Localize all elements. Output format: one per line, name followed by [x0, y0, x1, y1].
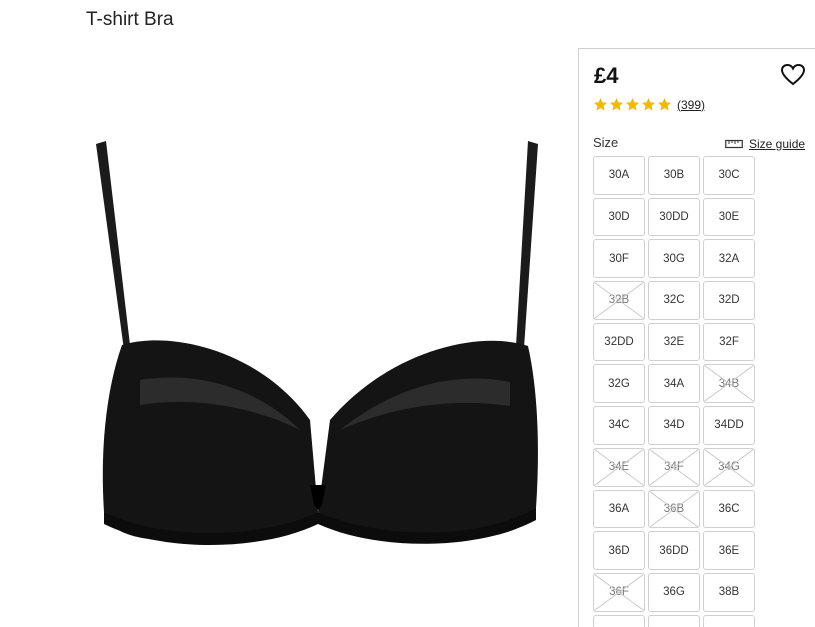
unavailable-cross-icon — [594, 573, 644, 611]
size-option-out-of-stock[interactable]: 34E — [593, 447, 645, 487]
unavailable-cross-icon — [649, 490, 699, 528]
size-option[interactable]: 34C — [593, 406, 645, 445]
size-option[interactable]: 32E — [648, 322, 700, 362]
size-option-label: 32G — [608, 377, 630, 390]
size-option[interactable]: 30D — [593, 197, 645, 237]
size-option-label: 38B — [718, 586, 740, 599]
size-option-out-of-stock[interactable]: 32B — [593, 281, 645, 320]
size-option[interactable]: 36DD — [648, 531, 700, 570]
reviews-count-link[interactable]: (399) — [677, 98, 705, 112]
size-option[interactable]: 36G — [648, 572, 700, 612]
unavailable-cross-icon — [704, 365, 754, 403]
product-price: £4 — [594, 63, 619, 88]
size-option-label: 36G — [663, 586, 685, 599]
size-option[interactable]: 34D — [648, 406, 700, 445]
wishlist-heart-icon[interactable] — [780, 63, 806, 87]
size-option-label: 30G — [663, 252, 685, 265]
size-option-label: 36C — [718, 502, 740, 515]
size-option[interactable]: 32DD — [593, 322, 645, 362]
size-option-label: 30B — [663, 169, 685, 182]
unavailable-cross-icon — [594, 282, 644, 319]
size-option[interactable]: 36C — [703, 489, 755, 529]
size-option-label: 36A — [608, 502, 630, 515]
size-option[interactable]: 36E — [703, 531, 755, 570]
size-option-label: 32C — [663, 294, 685, 307]
size-option[interactable]: 32A — [703, 239, 755, 279]
size-option-label: 34C — [608, 419, 630, 432]
size-option-label: 32F — [719, 336, 739, 349]
size-option[interactable]: 36D — [593, 531, 645, 570]
ruler-icon — [725, 139, 743, 149]
unavailable-cross-icon — [649, 448, 699, 486]
product-purchase-panel: £4 (399) Size Size guide 30A 30B 30C 30D 30D… — [578, 48, 815, 627]
size-guide-link[interactable]: Size guide — [725, 137, 805, 151]
star-icon — [593, 97, 608, 111]
size-option-out-of-stock[interactable]: 34F — [648, 447, 700, 487]
size-option[interactable]: 34DD — [703, 406, 755, 445]
size-option-label: 34A — [663, 377, 685, 390]
size-option[interactable]: 32G — [593, 364, 645, 404]
unavailable-cross-icon — [594, 448, 644, 486]
size-guide-label: Size guide — [749, 137, 806, 151]
size-option[interactable]: 30F — [593, 239, 645, 279]
size-option-label: 34DD — [714, 419, 744, 432]
size-option-label: 32DD — [604, 336, 634, 349]
size-option[interactable] — [593, 614, 645, 627]
size-option[interactable]: 30C — [703, 156, 755, 195]
size-option-out-of-stock[interactable]: 36F — [593, 572, 645, 612]
size-option-label: 32A — [718, 252, 740, 265]
size-option-label: 34D — [663, 419, 685, 432]
size-label: Size — [593, 135, 619, 150]
size-option-label: 30DD — [659, 211, 689, 224]
size-selector-grid: 30A 30B 30C 30D 30DD 30E 30F 30G 32A 32B 32C 32D 32D… — [593, 156, 755, 627]
size-option-out-of-stock[interactable]: 34G — [703, 447, 755, 487]
size-option[interactable]: 30B — [648, 156, 700, 195]
size-option[interactable] — [648, 614, 700, 627]
unavailable-cross-icon — [704, 448, 754, 486]
size-option[interactable]: 30G — [648, 239, 700, 279]
size-option[interactable] — [703, 614, 755, 627]
size-option-label: 30D — [608, 211, 630, 224]
size-option-label: 30F — [609, 252, 629, 265]
star-icon — [625, 97, 640, 111]
size-option[interactable]: 30A — [593, 156, 645, 195]
size-option[interactable]: 32D — [703, 281, 755, 320]
star-icon — [657, 97, 672, 111]
page-title: T-shirt Bra — [86, 9, 174, 30]
size-option-label: 36E — [718, 544, 740, 557]
size-option-out-of-stock[interactable]: 34B — [703, 364, 755, 404]
size-option-label: 30A — [608, 169, 630, 182]
size-option[interactable]: 34A — [648, 364, 700, 404]
size-option-label: 36D — [608, 544, 630, 557]
star-icon — [641, 97, 656, 111]
bra-product-image — [60, 120, 560, 590]
size-option-out-of-stock[interactable]: 36B — [648, 489, 700, 529]
size-option-label: 32E — [663, 336, 685, 349]
size-option-label: 36DD — [659, 544, 689, 557]
size-option-label: 30E — [718, 211, 740, 224]
size-option[interactable]: 32F — [703, 322, 755, 362]
product-rating: (399) — [593, 97, 705, 112]
size-option-label: 30C — [718, 169, 740, 182]
size-option[interactable]: 30DD — [648, 197, 700, 237]
size-option[interactable]: 38B — [703, 572, 755, 612]
size-option-label: 32D — [718, 294, 740, 307]
star-icon — [609, 97, 624, 111]
size-option[interactable]: 36A — [593, 489, 645, 529]
size-option[interactable]: 30E — [703, 197, 755, 237]
size-option[interactable]: 32C — [648, 281, 700, 320]
